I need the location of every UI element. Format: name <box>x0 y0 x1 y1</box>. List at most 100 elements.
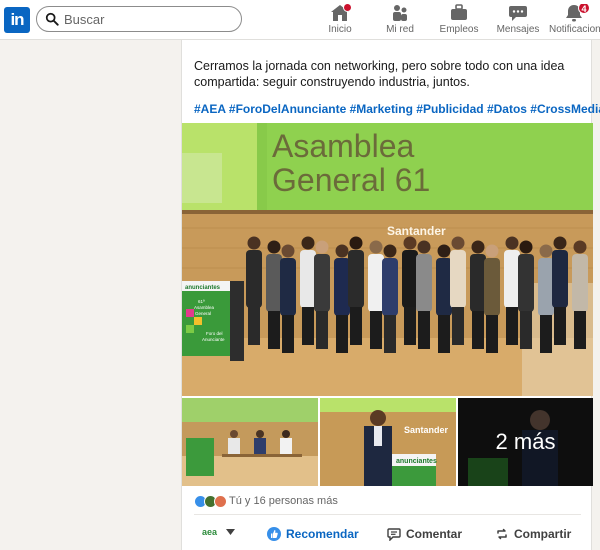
love-reaction-icon <box>214 494 227 508</box>
more-photos-overlay: 2 más <box>458 398 593 486</box>
reactions-summary[interactable]: Tú y 16 personas más <box>194 493 338 509</box>
feed-post-card: Cerramos la jornada con networking, pero… <box>181 40 600 550</box>
person-legs <box>316 311 328 349</box>
person-legs <box>418 311 430 349</box>
person-head <box>471 240 485 254</box>
person-body <box>402 250 418 308</box>
share-button[interactable]: Compartir <box>495 524 571 544</box>
person-head <box>437 244 451 258</box>
person-head <box>553 236 567 250</box>
photo-thumbnail-more[interactable]: 2 más <box>458 398 593 486</box>
comment-button-label: Comentar <box>406 527 463 541</box>
person-head <box>539 244 553 258</box>
nav-item-jobs[interactable]: Empleos <box>437 4 481 38</box>
person-body <box>246 250 262 308</box>
banner-title-line2: General 61 <box>272 162 430 198</box>
thumb-sign-brand: anunciantes <box>396 458 437 465</box>
person-head <box>417 240 431 254</box>
sign-line2: Asamblea <box>194 305 215 310</box>
person-head <box>267 240 281 254</box>
person-head <box>349 236 363 250</box>
person-head <box>573 240 587 254</box>
comment-button[interactable]: Comentar <box>387 524 462 544</box>
person-head <box>247 236 261 250</box>
banner-title-line1: Asamblea <box>272 128 415 164</box>
person-head <box>301 236 315 250</box>
nav-item-messaging[interactable]: Mensajes <box>496 4 540 38</box>
person-body <box>572 254 588 312</box>
wall-brand-text: Santander <box>387 224 446 238</box>
person-legs <box>506 307 518 345</box>
person-head <box>315 240 329 254</box>
person-legs <box>370 311 382 349</box>
actor-selector[interactable]: aea <box>198 526 236 538</box>
search-box[interactable] <box>36 6 242 32</box>
post-main-photo[interactable]: Asamblea General 61 Santander anunciante… <box>182 123 593 396</box>
notification-count-badge: 4 <box>578 4 590 14</box>
post-hashtags[interactable]: #AEA #ForoDelAnunciante #Marketing #Publ… <box>194 102 600 116</box>
briefcase-icon <box>449 4 469 22</box>
post-photo-thumbnails: Santander anunciantes 2 más <box>182 398 593 486</box>
person-legs <box>540 315 552 353</box>
photo-thumbnail-speaker[interactable]: Santander anunciantes <box>320 398 456 486</box>
person-head <box>505 236 519 250</box>
nav-item-label: Inicio <box>328 24 352 35</box>
top-navigation: in Inicio Mi red Empleos Mensajes <box>0 0 600 40</box>
person-head <box>403 236 417 250</box>
home-icon <box>330 3 352 22</box>
person-head <box>519 240 533 254</box>
person-legs <box>472 311 484 349</box>
person-body <box>470 254 486 312</box>
nav-item-label: Mensajes <box>496 24 540 35</box>
person-body <box>368 254 384 312</box>
post-text: Cerramos la jornada con networking, pero… <box>194 59 565 89</box>
person-body <box>450 250 466 308</box>
person-body <box>266 254 282 312</box>
person-legs <box>282 315 294 353</box>
sign-line5: Anunciante <box>202 337 225 342</box>
nav-item-notifications[interactable]: 4 Notificaciones <box>548 4 600 38</box>
person-body <box>552 250 568 308</box>
person-head <box>485 244 499 258</box>
sign-line1: 61ª <box>198 299 205 304</box>
share-button-label: Compartir <box>514 527 572 541</box>
person-body <box>436 258 452 316</box>
linkedin-logo[interactable]: in <box>4 7 30 33</box>
person-legs <box>336 315 348 353</box>
person-body <box>504 250 520 308</box>
person-legs <box>350 307 362 345</box>
thumb-wall-brand: Santander <box>404 425 449 435</box>
messaging-icon <box>508 4 528 22</box>
notification-dot <box>343 3 352 12</box>
sign-line4: Foro del <box>206 331 223 336</box>
actions-divider <box>194 514 581 515</box>
like-button[interactable]: Recomendar <box>267 524 359 544</box>
nav-item-label: Empleos <box>439 24 479 35</box>
person-body <box>300 250 316 308</box>
nav-item-home[interactable]: Inicio <box>320 3 360 38</box>
nav-item-network[interactable]: Mi red <box>378 4 422 38</box>
photo-thumbnail-panel[interactable] <box>182 398 318 486</box>
like-icon <box>267 527 281 541</box>
nav-item-label: Notificaciones <box>549 24 600 35</box>
reaction-icons <box>194 494 227 508</box>
reactions-count-text: Tú y 16 personas más <box>229 495 338 507</box>
chevron-down-icon <box>226 529 236 535</box>
sign-line3: General <box>195 311 211 316</box>
network-icon <box>390 4 410 22</box>
person-legs <box>302 307 314 345</box>
person-body <box>314 254 330 312</box>
person-legs <box>520 311 532 349</box>
person-head <box>281 244 295 258</box>
nav-item-label: Mi red <box>386 24 414 35</box>
person-legs <box>574 311 586 349</box>
person-body <box>518 254 534 312</box>
person-legs <box>452 307 464 345</box>
person-body <box>416 254 432 312</box>
person-legs <box>268 311 280 349</box>
person-head <box>369 240 383 254</box>
person-body <box>382 258 398 316</box>
search-input[interactable] <box>64 10 234 28</box>
person-legs <box>384 315 396 353</box>
post-actions-bar: aea Recomendar Comentar Compartir <box>182 518 593 550</box>
